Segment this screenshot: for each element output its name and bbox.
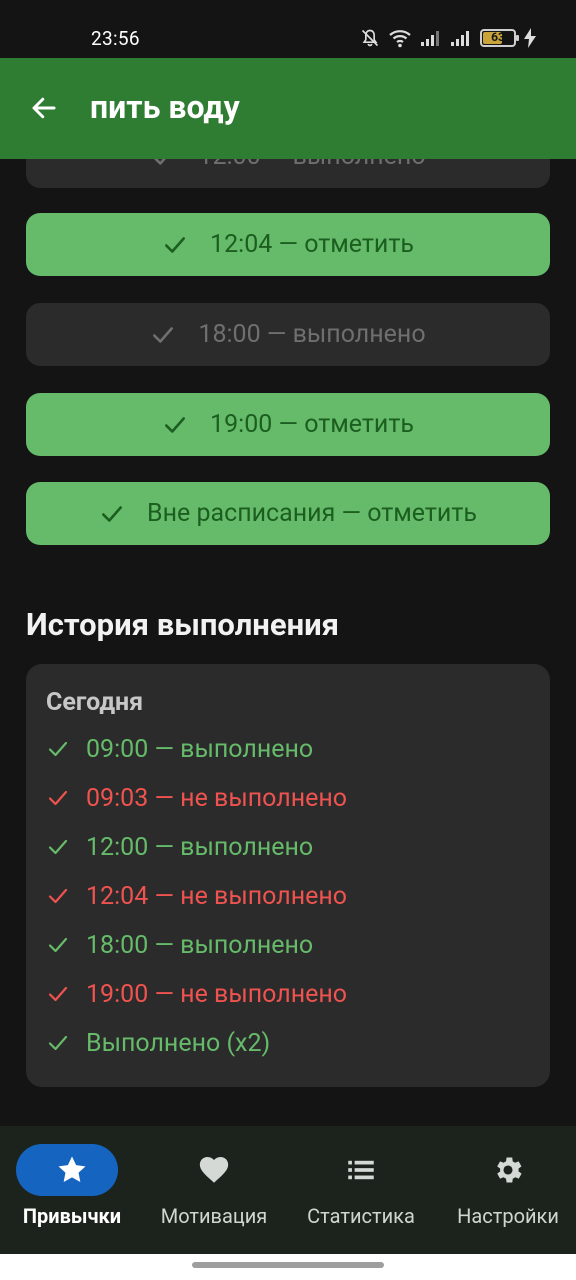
check-icon xyxy=(48,741,68,757)
history-item-text: Выполнено (x2) xyxy=(86,1028,271,1058)
slot-label: 12:04 — отметить xyxy=(210,230,414,259)
battery-icon: 63 xyxy=(480,29,519,47)
check-icon xyxy=(48,937,68,953)
nav-item-motivation[interactable]: Мотивация xyxy=(142,1126,286,1254)
charging-bolt-icon xyxy=(524,28,536,48)
nav-item-settings[interactable]: Настройки xyxy=(436,1126,576,1254)
check-icon xyxy=(48,986,68,1002)
status-time: 23:56 xyxy=(91,27,140,50)
history-item: 12:04 — не выполнено xyxy=(46,876,347,916)
slot-button-unscheduled[interactable]: Вне расписания — отметить xyxy=(26,482,550,545)
star-icon xyxy=(54,1152,90,1188)
list-icon xyxy=(343,1152,379,1188)
nav-item-statistics[interactable]: Статистика xyxy=(289,1126,433,1254)
signal-icon-1 xyxy=(421,31,439,46)
check-icon xyxy=(165,416,186,433)
check-icon xyxy=(48,1035,68,1051)
check-icon xyxy=(102,505,122,522)
slot-label: 12:00 — выполнено xyxy=(198,159,425,171)
history-heading: История выполнения xyxy=(26,606,340,643)
nav-item-habits[interactable]: Привычки xyxy=(0,1126,144,1254)
history-item-text: 19:00 — не выполнено xyxy=(86,979,348,1009)
status-icons: 63 xyxy=(360,26,536,50)
slot-button-12-04[interactable]: 12:04 — отметить xyxy=(26,213,550,276)
slot-label: 19:00 — отметить xyxy=(210,410,414,439)
slot-button-19-00[interactable]: 19:00 — отметить xyxy=(26,393,550,456)
battery-level: 63 xyxy=(491,30,505,44)
history-item: 09:00 — выполнено xyxy=(46,729,313,769)
history-item-text: 18:00 — выполнено xyxy=(86,930,314,960)
history-item-text: 12:04 — не выполнено xyxy=(86,881,348,911)
heart-icon xyxy=(196,1152,232,1188)
history-item-text: 12:00 — выполнено xyxy=(86,832,314,862)
history-card: Сегодня 09:00 — выполнено 09:03 — не вып… xyxy=(26,664,550,1087)
history-item-text: 09:00 — выполнено xyxy=(86,734,314,764)
check-icon xyxy=(48,839,68,855)
signal-icon-2 xyxy=(451,31,469,46)
slot-button-12-00[interactable]: 12:00 — выполнено xyxy=(26,159,550,188)
history-item-text: 09:03 — не выполнено xyxy=(86,783,348,813)
slot-label: 18:00 — выполнено xyxy=(198,320,426,349)
nav-label: Привычки xyxy=(22,1204,122,1228)
arrow-left-icon xyxy=(32,97,56,119)
check-icon xyxy=(154,159,166,165)
nav-label: Мотивация xyxy=(160,1204,268,1228)
slot-label: Вне расписания — отметить xyxy=(147,499,477,528)
history-item: Выполнено (x2) xyxy=(46,1023,270,1063)
page-title: пить воду xyxy=(90,88,240,126)
back-button[interactable] xyxy=(20,84,68,132)
gear-icon xyxy=(490,1152,526,1188)
history-item: 18:00 — выполнено xyxy=(46,925,313,965)
wifi-icon xyxy=(389,30,411,48)
check-icon xyxy=(48,888,68,904)
app-bar: пить воду xyxy=(0,58,576,159)
history-item: 12:00 — выполнено xyxy=(46,827,313,867)
history-item: 19:00 — не выполнено xyxy=(46,974,347,1014)
nav-label: Статистика xyxy=(307,1204,415,1228)
bottom-navigation: Привычки Мотивация Статистика Настройки xyxy=(0,1126,576,1254)
gesture-area xyxy=(0,1254,576,1280)
check-icon xyxy=(165,236,186,253)
status-bar: 23:56 63 xyxy=(0,0,576,58)
nav-label: Настройки xyxy=(457,1204,559,1228)
check-icon xyxy=(48,790,68,806)
history-day-label: Сегодня xyxy=(46,688,144,717)
mute-bell-icon xyxy=(361,29,379,47)
habit-detail-content[interactable]: 12:00 — выполнено 12:04 — отметить 18:00… xyxy=(0,159,576,1125)
slot-button-18-00[interactable]: 18:00 — выполнено xyxy=(26,303,550,366)
history-item: 09:03 — не выполнено xyxy=(46,778,347,818)
check-icon xyxy=(153,326,174,343)
home-indicator[interactable] xyxy=(192,1262,384,1268)
